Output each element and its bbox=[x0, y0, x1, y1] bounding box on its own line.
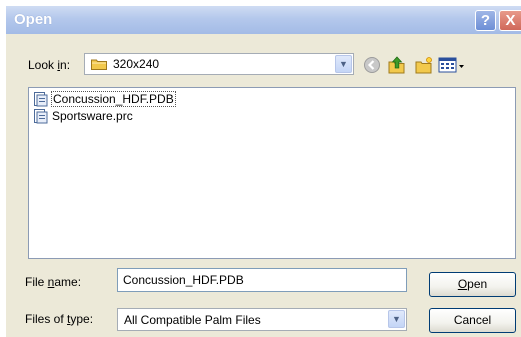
up-folder-icon[interactable] bbox=[387, 55, 407, 75]
title-bar[interactable]: Open ? X bbox=[6, 6, 521, 34]
open-button[interactable]: Open bbox=[429, 272, 516, 297]
help-button[interactable]: ? bbox=[475, 10, 496, 31]
look-in-label: Look in: bbox=[28, 58, 71, 72]
look-in-select[interactable]: 320x240 ▼ bbox=[84, 53, 354, 75]
file-name: Sportsware.prc bbox=[52, 109, 133, 123]
files-of-type-select[interactable]: All Compatible Palm Files ▼ bbox=[117, 308, 407, 331]
dialog-title: Open bbox=[14, 11, 53, 28]
file-list[interactable]: Concussion_HDF.PDB Sportsware.prc bbox=[28, 87, 516, 259]
files-of-type-label: Files of type: bbox=[25, 312, 94, 326]
chevron-down-icon: ▼ bbox=[392, 314, 401, 324]
file-name-input[interactable] bbox=[117, 268, 407, 292]
view-menu-icon[interactable] bbox=[438, 55, 468, 75]
open-dialog: Open ? X Look in: 320x240 ▼ Concussion_H… bbox=[6, 6, 521, 337]
files-of-type-dropdown-button[interactable]: ▼ bbox=[388, 310, 405, 328]
look-in-dropdown-button[interactable]: ▼ bbox=[335, 55, 352, 73]
back-icon[interactable] bbox=[362, 55, 382, 75]
chevron-down-icon: ▼ bbox=[339, 59, 348, 69]
file-name: Concussion_HDF.PDB bbox=[51, 91, 176, 107]
new-folder-icon[interactable] bbox=[414, 55, 434, 75]
file-icon bbox=[34, 109, 48, 124]
cancel-button[interactable]: Cancel bbox=[429, 308, 516, 333]
file-name-label: File name: bbox=[25, 275, 82, 289]
file-icon bbox=[34, 92, 48, 107]
look-in-value: 320x240 bbox=[113, 57, 160, 71]
files-of-type-value: All Compatible Palm Files bbox=[124, 313, 261, 327]
folder-icon bbox=[91, 59, 107, 70]
close-button[interactable]: X bbox=[499, 10, 521, 31]
